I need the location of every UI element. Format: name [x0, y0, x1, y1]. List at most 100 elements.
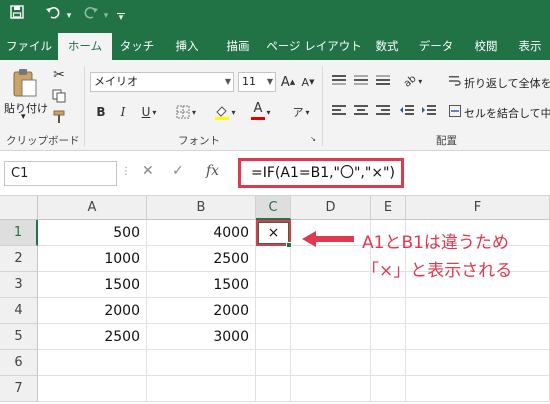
cell-e6[interactable] — [371, 350, 406, 376]
cell-b7[interactable] — [147, 376, 256, 402]
row-header-3[interactable]: 3 — [0, 272, 38, 298]
cell-f7[interactable] — [406, 376, 550, 402]
bold-button[interactable]: B — [92, 102, 110, 122]
wrap-text-button[interactable]: 折り返して全体を — [464, 75, 550, 91]
increase-indent-icon[interactable] — [420, 102, 438, 120]
cell-f6[interactable] — [406, 350, 550, 376]
row-header-5[interactable]: 5 — [0, 324, 38, 350]
tab-insert[interactable]: 挿入 — [162, 33, 212, 60]
cell-d4[interactable] — [291, 298, 371, 324]
cell-a1[interactable]: 500 — [38, 220, 147, 246]
fill-color-icon[interactable]: ▾ — [210, 102, 240, 122]
column-header-c[interactable]: C — [256, 196, 291, 220]
align-top-icon[interactable] — [330, 72, 348, 90]
cell-b6[interactable] — [147, 350, 256, 376]
cell-e5[interactable] — [371, 324, 406, 350]
shrink-font-icon[interactable]: A ▼ — [300, 72, 316, 92]
cell-c6[interactable] — [256, 350, 291, 376]
cell-a2[interactable]: 1000 — [38, 246, 147, 272]
cell-c5[interactable] — [256, 324, 291, 350]
customize-qat-icon[interactable]: ▾ — [115, 4, 127, 28]
tab-home[interactable]: ホーム — [58, 33, 112, 60]
cut-icon[interactable]: ✂ — [50, 66, 68, 84]
cell-a4[interactable]: 2000 — [38, 298, 147, 324]
cell-e7[interactable] — [371, 376, 406, 402]
paste-icon[interactable] — [8, 68, 42, 98]
redo-dropdown-icon[interactable]: ▾ — [101, 4, 111, 28]
wrap-text-icon[interactable] — [448, 72, 462, 90]
font-dialog-launcher-icon[interactable]: ↘ — [308, 134, 318, 144]
align-center-icon[interactable] — [352, 102, 370, 120]
row-header-7[interactable]: 7 — [0, 376, 38, 402]
borders-icon[interactable]: ▾ — [172, 102, 200, 122]
cell-e4[interactable] — [371, 298, 406, 324]
cell-c4[interactable] — [256, 298, 291, 324]
insert-function-icon[interactable]: fx — [206, 163, 219, 179]
cell-a3[interactable]: 1500 — [38, 272, 147, 298]
tab-data[interactable]: データ — [410, 33, 462, 60]
cell-b4[interactable]: 2000 — [147, 298, 256, 324]
row-header-4[interactable]: 4 — [0, 298, 38, 324]
tab-file[interactable]: ファイル — [0, 33, 58, 60]
cell-d7[interactable] — [291, 376, 371, 402]
column-header-e[interactable]: E — [371, 196, 406, 220]
select-all-corner[interactable] — [0, 196, 38, 220]
align-right-icon[interactable] — [374, 102, 392, 120]
paste-button-label[interactable]: 貼り付け — [4, 100, 48, 116]
cell-a6[interactable] — [38, 350, 147, 376]
decrease-indent-icon[interactable] — [398, 102, 416, 120]
font-size-dropdown[interactable]: 11 ▼ — [238, 72, 276, 92]
underline-button[interactable]: U ▾ — [136, 102, 162, 122]
cell-c2[interactable] — [256, 246, 291, 272]
column-header-b[interactable]: B — [147, 196, 256, 220]
cell-f5[interactable] — [406, 324, 550, 350]
fill-handle[interactable] — [286, 242, 292, 248]
cell-c3[interactable] — [256, 272, 291, 298]
row-header-2[interactable]: 2 — [0, 246, 38, 272]
cell-f4[interactable] — [406, 298, 550, 324]
column-header-a[interactable]: A — [38, 196, 147, 220]
cell-a7[interactable] — [38, 376, 147, 402]
row-header-6[interactable]: 6 — [0, 350, 38, 376]
cell-d5[interactable] — [291, 324, 371, 350]
format-painter-icon[interactable] — [50, 108, 68, 126]
phonetic-guide-icon[interactable]: ア ▾ — [286, 102, 316, 122]
name-box-dropdown-icon[interactable]: ⋮ — [121, 166, 131, 177]
cancel-icon[interactable]: ✕ — [142, 163, 154, 179]
undo-icon[interactable] — [42, 4, 64, 28]
font-color-icon[interactable]: A ▾ — [246, 101, 276, 122]
cell-d6[interactable] — [291, 350, 371, 376]
redo-icon[interactable] — [80, 4, 102, 28]
row-header-1[interactable]: 1 — [0, 220, 38, 246]
cell-a5[interactable]: 2500 — [38, 324, 147, 350]
save-icon[interactable] — [6, 4, 28, 28]
align-middle-icon[interactable] — [352, 72, 370, 90]
formula-input[interactable]: =IF(A1=B1,"〇","×") — [238, 158, 404, 188]
merge-center-button[interactable]: セルを結合して中央 — [464, 105, 550, 121]
grow-font-icon[interactable]: A ▲ — [280, 72, 296, 92]
tab-page-layout[interactable]: ページ レイアウト — [264, 33, 364, 60]
cell-c7[interactable] — [256, 376, 291, 402]
cell-b3[interactable]: 1500 — [147, 272, 256, 298]
cell-d3[interactable] — [291, 272, 371, 298]
copy-icon[interactable] — [50, 87, 68, 105]
paste-dropdown-icon[interactable]: ▾ — [21, 112, 26, 122]
align-left-icon[interactable] — [330, 102, 348, 120]
tab-review[interactable]: 校閲 — [462, 33, 510, 60]
tab-draw[interactable]: 描画 — [212, 33, 264, 60]
merge-center-icon[interactable] — [448, 102, 462, 120]
cell-b5[interactable]: 3000 — [147, 324, 256, 350]
orientation-icon[interactable]: ab ▾ — [398, 72, 428, 90]
undo-dropdown-icon[interactable]: ▾ — [64, 4, 74, 28]
font-name-dropdown[interactable]: メイリオ ▼ — [90, 72, 234, 92]
italic-button[interactable]: I — [114, 102, 132, 122]
column-header-d[interactable]: D — [291, 196, 371, 220]
tab-view[interactable]: 表示 — [510, 33, 550, 60]
tab-touch[interactable]: タッチ — [112, 33, 162, 60]
align-bottom-icon[interactable] — [374, 72, 392, 90]
name-box[interactable]: C1 — [4, 161, 117, 186]
cell-b1[interactable]: 4000 — [147, 220, 256, 246]
enter-icon[interactable]: ✓ — [172, 163, 184, 179]
column-header-f[interactable]: F — [406, 196, 550, 220]
tab-formulas[interactable]: 数式 — [364, 33, 410, 60]
